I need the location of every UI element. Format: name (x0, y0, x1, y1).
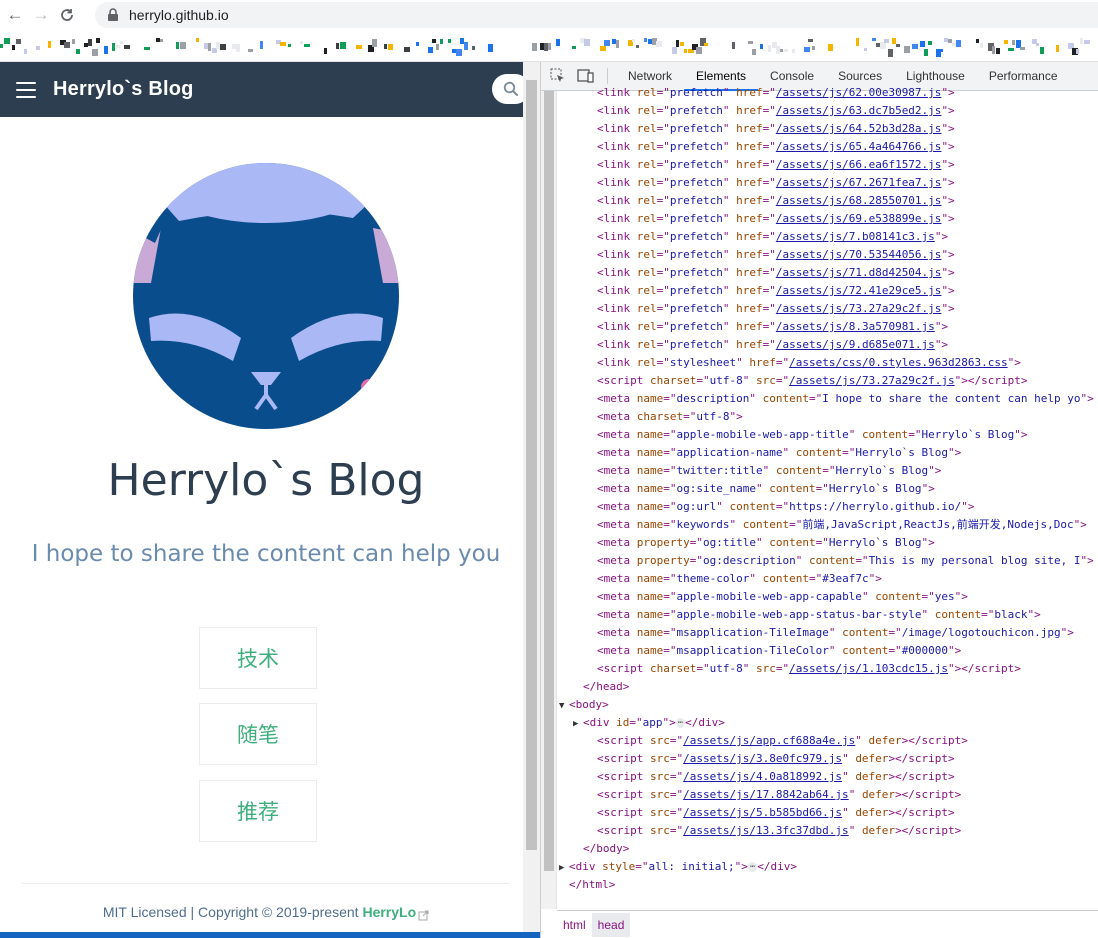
hero-avatar-image (133, 163, 399, 429)
dom-node-line[interactable]: <meta name="twitter:title" content="Herr… (559, 462, 1098, 480)
dom-node-line[interactable]: <link rel="prefetch" href="/assets/js/64… (559, 120, 1098, 138)
dom-node-line[interactable]: <script src="/assets/js/3.8e0fc979.js" d… (559, 750, 1098, 768)
dom-node-line[interactable]: <script src="/assets/js/4.0a818992.js" d… (559, 768, 1098, 786)
url-text: herrylo.github.io (129, 7, 229, 23)
lock-icon (107, 8, 121, 22)
browser-toolbar: ← → herrylo.github.io (0, 0, 1098, 30)
breadcrumb: html head (557, 910, 1098, 938)
reload-icon[interactable] (56, 4, 78, 26)
footer-author-link[interactable]: HerryLo (362, 904, 416, 920)
dom-node-line[interactable]: <meta name="apple-mobile-web-app-status-… (559, 606, 1098, 624)
dom-tree-scrollbar[interactable] (541, 91, 557, 909)
dom-node-line[interactable]: <meta property="og:description" content=… (559, 552, 1098, 570)
dom-tree: <link rel="prefetch" href="/assets/js/62… (559, 84, 1098, 910)
hero-description: I hope to share the content can help you (31, 541, 501, 567)
menu-icon[interactable] (16, 81, 36, 98)
site-title[interactable]: Herrylo`s Blog (53, 78, 194, 101)
dom-node-line[interactable]: <meta name="apple-mobile-web-app-title" … (559, 426, 1098, 444)
footer-copyright: MIT Licensed | Copyright © 2019-present (102, 904, 363, 920)
nav-button-essays[interactable]: 随笔 (199, 703, 317, 765)
dom-node-line[interactable]: <meta name="msapplication-TileImage" con… (559, 624, 1098, 642)
forward-icon[interactable]: → (30, 4, 52, 26)
expand-toggle-icon: ▶ (573, 719, 579, 729)
dom-node-line[interactable]: <link rel="prefetch" href="/assets/js/67… (559, 174, 1098, 192)
dom-node-line[interactable]: <meta property="og:title" content="Herry… (559, 534, 1098, 552)
dom-node-line[interactable]: <script src="/assets/js/app.cf688a4e.js"… (559, 732, 1098, 750)
dom-node-line[interactable]: <meta name="theme-color" content="#3eaf7… (559, 570, 1098, 588)
dom-node-line[interactable]: ▶ <div id="app"> ⋯ </div> (559, 714, 1098, 732)
address-bar[interactable]: herrylo.github.io (95, 2, 1098, 28)
bookmarks-pixelated (0, 38, 1090, 57)
dom-node-line[interactable]: <link rel="prefetch" href="/assets/js/7.… (559, 228, 1098, 246)
external-link-icon (418, 908, 429, 921)
dom-node-line[interactable]: <link rel="prefetch" href="/assets/js/8.… (559, 318, 1098, 336)
dom-node-line[interactable]: <link rel="prefetch" href="/assets/js/66… (559, 156, 1098, 174)
dom-node-line[interactable]: <script charset="utf-8" src="/assets/js/… (559, 660, 1098, 678)
bottom-accent-strip (0, 932, 540, 938)
dom-node-line[interactable]: ▶ <div style="all: initial;"> ⋯ </div> (559, 858, 1098, 876)
dom-node-line[interactable]: <script charset="utf-8" src="/assets/js/… (559, 372, 1098, 390)
dom-node-line[interactable]: <script src="/assets/js/17.8842ab64.js" … (559, 786, 1098, 804)
dom-node-line[interactable]: <link rel="prefetch" href="/assets/js/62… (559, 84, 1098, 102)
dom-node-line[interactable]: <meta name="og:site_name" content="Herry… (559, 480, 1098, 498)
dom-node-line[interactable]: </body> (559, 840, 1098, 858)
dom-node-line[interactable]: ▼ <body> (559, 696, 1098, 714)
dom-node-line[interactable]: <link rel="prefetch" href="/assets/js/68… (559, 192, 1098, 210)
breadcrumb-html[interactable]: html (557, 913, 592, 937)
dom-node-line[interactable]: <script src="/assets/js/5.b585bd66.js" d… (559, 804, 1098, 822)
expand-toggle-icon: ▼ (559, 701, 565, 711)
devtools-panel: Network Elements Console Sources Lightho… (540, 62, 1098, 938)
footer-divider (22, 883, 510, 884)
dom-node-line[interactable]: <meta name="og:url" content="https://her… (559, 498, 1098, 516)
device-toolbar-icon[interactable] (575, 66, 597, 86)
bookmarks-bar (0, 30, 1098, 62)
dom-node-line[interactable]: <script src="/assets/js/13.3fc37dbd.js" … (559, 822, 1098, 840)
breadcrumb-head[interactable]: head (591, 912, 631, 937)
dom-node-line[interactable]: <link rel="prefetch" href="/assets/js/69… (559, 210, 1098, 228)
site-navbar: Herrylo`s Blog (0, 62, 540, 117)
search-icon (503, 81, 518, 96)
nav-button-recommend[interactable]: 推荐 (199, 780, 317, 842)
site-footer: MIT Licensed | Copyright © 2019-present … (0, 904, 532, 921)
dom-node-line[interactable]: <link rel="prefetch" href="/assets/js/70… (559, 246, 1098, 264)
site-scrollbar[interactable] (523, 62, 540, 938)
dom-node-line[interactable]: <meta charset="utf-8"> (559, 408, 1098, 426)
nav-button-tech[interactable]: 技术 (199, 627, 317, 689)
website-viewport: Herrylo`s Blog Herrylo`s Blog I hope to … (0, 62, 540, 938)
dom-node-line[interactable]: <link rel="prefetch" href="/assets/js/9.… (559, 336, 1098, 354)
dom-node-line[interactable]: <meta name="application-name" content="H… (559, 444, 1098, 462)
hero-title: Herrylo`s Blog (107, 455, 425, 506)
dom-node-line[interactable]: <link rel="prefetch" href="/assets/js/73… (559, 300, 1098, 318)
dom-node-line[interactable]: <meta name="keywords" content="前端,JavaSc… (559, 516, 1098, 534)
dom-node-line[interactable]: <meta name="description" content="I hope… (559, 390, 1098, 408)
dom-node-line[interactable]: </head> (559, 678, 1098, 696)
dom-node-line[interactable]: </html> (559, 876, 1098, 894)
back-icon[interactable]: ← (4, 4, 26, 26)
dom-node-line[interactable]: <link rel="prefetch" href="/assets/js/72… (559, 282, 1098, 300)
dom-node-line[interactable]: <link rel="prefetch" href="/assets/js/65… (559, 138, 1098, 156)
expand-toggle-icon: ▶ (559, 863, 565, 873)
inspect-element-icon[interactable] (547, 66, 569, 86)
dom-node-line[interactable]: <meta name="apple-mobile-web-app-capable… (559, 588, 1098, 606)
dom-node-line[interactable]: <link rel="prefetch" href="/assets/js/63… (559, 102, 1098, 120)
dom-node-line[interactable]: <meta name="msapplication-TileColor" con… (559, 642, 1098, 660)
dom-node-line[interactable]: <link rel="prefetch" href="/assets/js/71… (559, 264, 1098, 282)
dom-node-line[interactable]: <link rel="stylesheet" href="/assets/css… (559, 354, 1098, 372)
